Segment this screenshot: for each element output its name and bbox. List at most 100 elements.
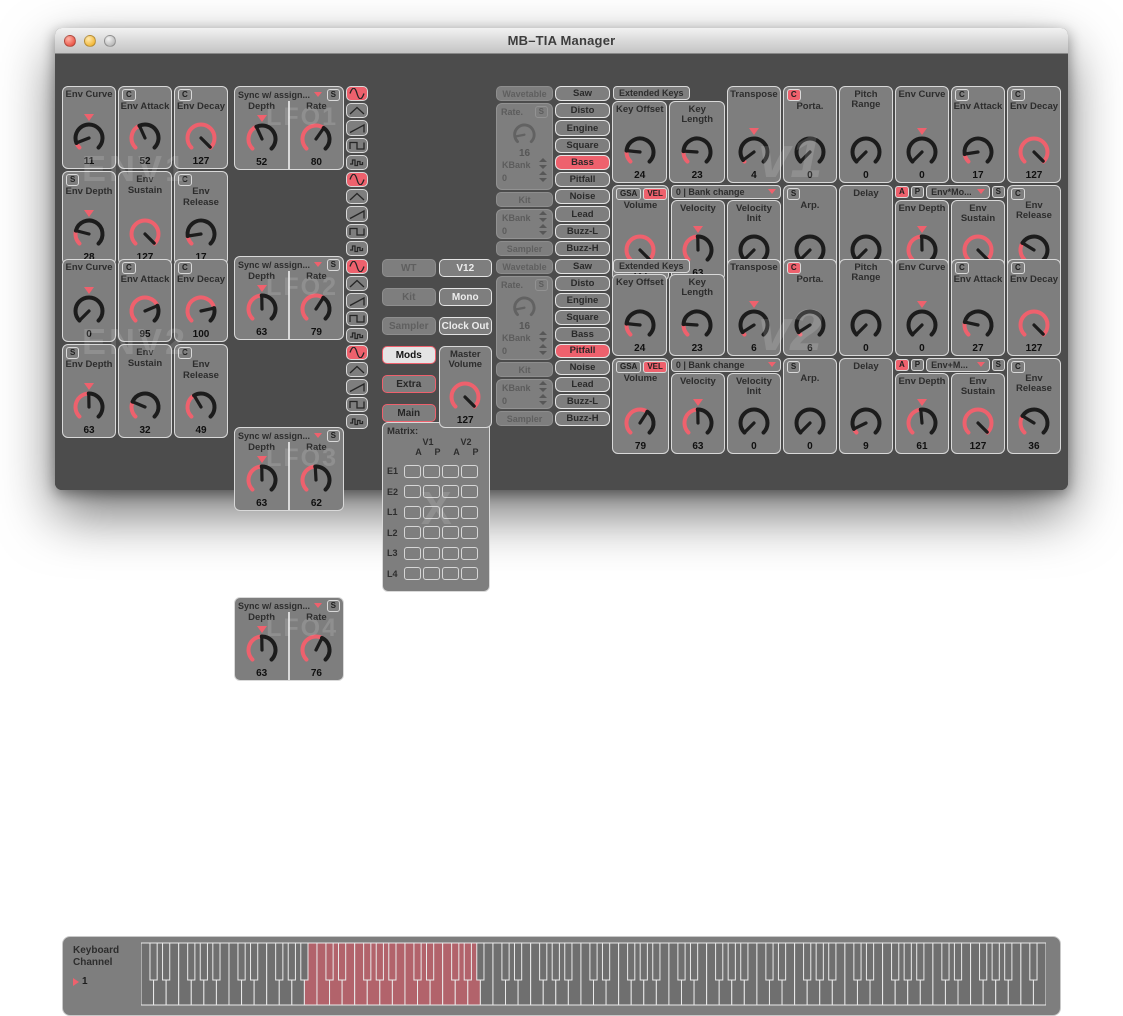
env-release-knob[interactable] <box>181 208 221 252</box>
wave-engine-button[interactable]: Engine <box>555 293 610 308</box>
waveform-triangle-button[interactable] <box>346 276 368 291</box>
matrix-checkbox-e2-1[interactable] <box>423 485 440 498</box>
lfo-sync-dropdown[interactable]: Sync w/ assign...S <box>235 257 343 271</box>
env-attack-knob[interactable] <box>125 112 165 156</box>
rate-knob[interactable] <box>296 283 336 327</box>
matrix-checkbox-l4-3[interactable] <box>461 567 478 580</box>
titlebar[interactable]: MB–TIA Manager <box>55 28 1068 54</box>
c-badge[interactable]: C <box>955 262 969 274</box>
c-badge[interactable]: C <box>955 89 969 101</box>
a-badge[interactable]: A <box>895 186 909 198</box>
env-decay-knob[interactable] <box>181 112 221 156</box>
s-badge[interactable]: S <box>992 359 1005 371</box>
wave-pitfall-button[interactable]: Pitfall <box>555 172 610 187</box>
page-extra-button[interactable]: Extra <box>382 375 436 393</box>
rate-knob[interactable] <box>296 113 336 157</box>
matrix-checkbox-l2-1[interactable] <box>423 526 440 539</box>
rate-knob[interactable] <box>510 289 539 321</box>
matrix-checkbox-e1-2[interactable] <box>442 465 459 478</box>
c-badge[interactable]: C <box>178 347 192 359</box>
wave-noise-button[interactable]: Noise <box>555 360 610 375</box>
c-badge[interactable]: C <box>787 89 801 101</box>
env-attack-knob[interactable] <box>958 126 998 170</box>
p-badge[interactable]: P <box>911 359 924 371</box>
env-curve-knob[interactable] <box>902 299 942 343</box>
depth-knob[interactable] <box>242 454 282 498</box>
gsa-badge[interactable]: GSA <box>616 361 641 373</box>
close-button[interactable] <box>64 35 76 47</box>
porta-knob[interactable] <box>790 126 830 170</box>
env-decay-knob[interactable] <box>181 285 221 329</box>
wave-disto-button[interactable]: Disto <box>555 276 610 291</box>
matrix-checkbox-l1-3[interactable] <box>461 506 478 519</box>
wave-engine-button[interactable]: Engine <box>555 120 610 135</box>
p-badge[interactable]: P <box>911 186 924 198</box>
matrix-checkbox-e1-1[interactable] <box>423 465 440 478</box>
s-badge[interactable]: S <box>787 188 800 200</box>
s-badge[interactable]: S <box>327 600 340 612</box>
waveform-random-button[interactable] <box>346 241 368 256</box>
piano-keyboard[interactable] <box>141 941 1054 1011</box>
bank-change-dropdown[interactable]: 0 | Bank change <box>671 358 781 372</box>
s-badge[interactable]: S <box>327 89 340 101</box>
wave-square-button[interactable]: Square <box>555 138 610 153</box>
wave-noise-button[interactable]: Noise <box>555 189 610 204</box>
env-sustain-knob[interactable] <box>125 208 165 252</box>
transpose-knob[interactable] <box>734 299 774 343</box>
waveform-square-button[interactable] <box>346 138 368 153</box>
c-badge[interactable]: C <box>122 89 136 101</box>
c-badge[interactable]: C <box>178 174 192 186</box>
env-curve-knob[interactable] <box>902 126 942 170</box>
env-attack-knob[interactable] <box>125 285 165 329</box>
matrix-checkbox-l1-0[interactable] <box>404 506 421 519</box>
waveform-sine-button[interactable] <box>346 345 368 360</box>
c-badge[interactable]: C <box>178 262 192 274</box>
pitch-range-knob[interactable] <box>846 299 886 343</box>
c-badge[interactable]: C <box>178 89 192 101</box>
env-depth-knob[interactable] <box>69 381 109 425</box>
wave-buzz-l-button[interactable]: Buzz-L <box>555 394 610 409</box>
env-sustain-knob[interactable] <box>125 381 165 425</box>
env-mod-dropdown[interactable]: Env+M... <box>926 358 990 372</box>
kit-kbank-value-stepper[interactable] <box>539 222 547 240</box>
wave-disto-button[interactable]: Disto <box>555 103 610 118</box>
matrix-checkbox-l3-2[interactable] <box>442 547 459 560</box>
rate-knob[interactable] <box>296 624 336 668</box>
vel-badge[interactable]: VEL <box>643 188 667 200</box>
transpose-knob[interactable] <box>734 126 774 170</box>
bank-change-dropdown[interactable]: 0 | Bank change <box>671 185 781 199</box>
matrix-checkbox-l1-2[interactable] <box>442 506 459 519</box>
matrix-checkbox-e1-0[interactable] <box>404 465 421 478</box>
rate-knob[interactable] <box>296 454 336 498</box>
lfo-sync-dropdown[interactable]: Sync w/ assign...S <box>235 87 343 101</box>
wave-lead-button[interactable]: Lead <box>555 377 610 392</box>
v12-button[interactable]: V12 <box>439 259 493 277</box>
volume-knob[interactable] <box>620 397 660 441</box>
matrix-checkbox-l3-3[interactable] <box>461 547 478 560</box>
c-badge[interactable]: C <box>1011 89 1025 101</box>
depth-knob[interactable] <box>242 624 282 668</box>
waveform-square-button[interactable] <box>346 224 368 239</box>
minimize-button[interactable] <box>84 35 96 47</box>
matrix-checkbox-l3-0[interactable] <box>404 547 421 560</box>
env-decay-knob[interactable] <box>1014 126 1054 170</box>
rate-knob[interactable] <box>510 116 539 148</box>
pitch-range-knob[interactable] <box>846 126 886 170</box>
porta-knob[interactable] <box>790 299 830 343</box>
waveform-sine-button[interactable] <box>346 172 368 187</box>
c-badge[interactable]: C <box>1011 361 1025 373</box>
matrix-checkbox-e2-2[interactable] <box>442 485 459 498</box>
matrix-checkbox-l2-2[interactable] <box>442 526 459 539</box>
matrix-checkbox-l2-0[interactable] <box>404 526 421 539</box>
waveform-square-button[interactable] <box>346 311 368 326</box>
waveform-sine-button[interactable] <box>346 259 368 274</box>
matrix-checkbox-e2-0[interactable] <box>404 485 421 498</box>
matrix-checkbox-l4-2[interactable] <box>442 567 459 580</box>
gsa-badge[interactable]: GSA <box>616 188 641 200</box>
key-offset-knob[interactable] <box>620 299 660 343</box>
env-sustain-knob[interactable] <box>958 397 998 441</box>
kit-kbank-value-stepper[interactable] <box>539 392 547 410</box>
waveform-random-button[interactable] <box>346 414 368 429</box>
env-attack-knob[interactable] <box>958 299 998 343</box>
keyboard-channel-selector[interactable]: 1 <box>73 976 139 987</box>
